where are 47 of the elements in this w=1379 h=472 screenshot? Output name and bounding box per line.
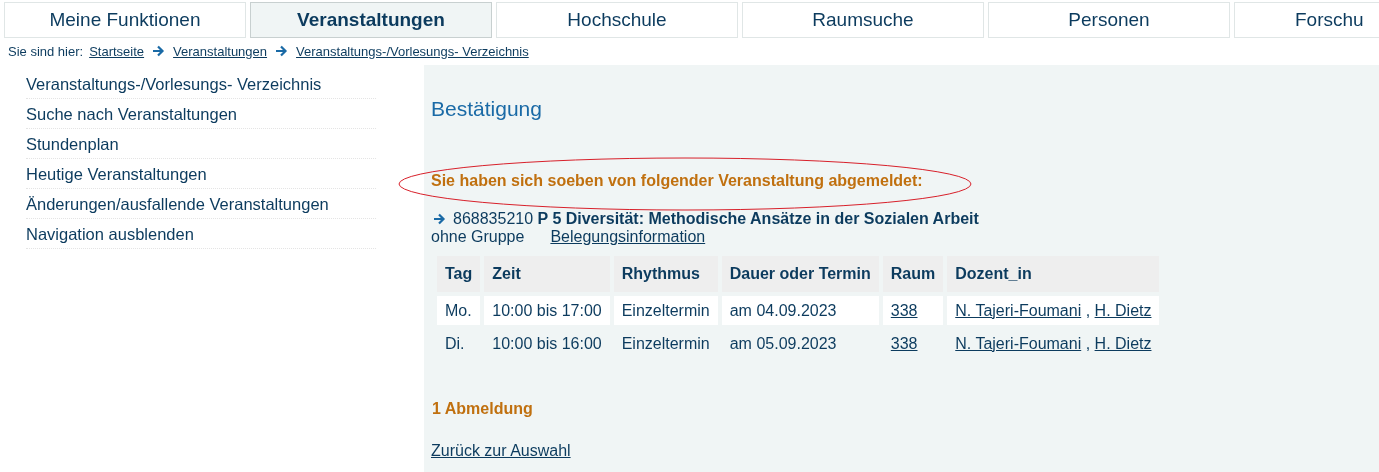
nav-tab[interactable]: Personen (988, 2, 1230, 38)
lecturer-link[interactable]: H. Dietz (1094, 301, 1152, 319)
nav-tab[interactable]: Raumsuche (742, 2, 984, 38)
column-header: Dauer oder Termin (721, 256, 879, 292)
lecturer-link[interactable]: H. Dietz (1094, 334, 1152, 352)
sidebar-item[interactable]: Navigation ausblenden (26, 219, 376, 249)
breadcrumb-link[interactable]: Startseite (89, 43, 145, 59)
column-header: Rhythmus (613, 256, 718, 292)
table-cell: Einzeltermin (613, 296, 718, 325)
nav-tab[interactable]: Meine Funktionen (4, 2, 246, 38)
table-cell-text: 10:00 bis 16:00 (491, 333, 603, 354)
lecturer-link[interactable]: N. Tajeri-Foumani (955, 301, 1082, 319)
nav-tab[interactable]: Forschu (1234, 2, 1379, 38)
table-cell-text: Einzeltermin (620, 333, 711, 354)
table-cell: 10:00 bis 17:00 (484, 296, 610, 325)
nav-tab[interactable]: Hochschule (496, 2, 738, 38)
booking-info-link[interactable]: Belegungsinformation (550, 228, 706, 248)
separator: , (1084, 334, 1092, 352)
lecturer-link[interactable]: N. Tajeri-Foumani (955, 334, 1082, 352)
table-cell-text: am 05.09.2023 (728, 333, 838, 354)
nav-tab[interactable]: Veranstaltungen (250, 2, 492, 38)
column-header: Raum (882, 256, 944, 292)
cancellation-count: 1 Abmeldung (432, 400, 534, 418)
table-cell: am 04.09.2023 (721, 296, 879, 325)
room-link[interactable]: 338 (890, 334, 918, 352)
sidebar-item[interactable]: Veranstaltungs-/Vorlesungs- Verzeichnis (26, 69, 376, 99)
arrow-icon (152, 45, 166, 57)
confirmation-message: Sie haben sich soeben von folgender Veranstaltung abgemeldet: (431, 172, 923, 189)
page-title: Bestätigung (431, 97, 543, 122)
sidebar-item[interactable]: Heutige Veranstaltungen (26, 159, 376, 189)
sidebar-item[interactable]: Änderungen/ausfallende Veranstaltungen (26, 189, 376, 219)
column-header: Zeit (484, 256, 610, 292)
course-title: 868835210 P 5 Diversität: Methodische Ansätze in der Sozialen Arbeit (453, 210, 979, 228)
sidebar-item[interactable]: Stundenplan (26, 129, 376, 159)
breadcrumb-link[interactable]: Veranstaltungs-/Vorlesungs- Verzeichnis (296, 43, 529, 59)
sidebar-item[interactable]: Suche nach Veranstaltungen (26, 99, 376, 129)
column-header: Tag (437, 256, 481, 292)
arrow-icon (433, 213, 446, 225)
column-header: Dozent_in (947, 256, 1160, 292)
group-label: ohne Gruppe (431, 228, 525, 247)
table-cell-text: Di. (444, 333, 466, 354)
table-cell: Mo. (437, 296, 481, 325)
separator: , (1084, 301, 1092, 319)
back-link[interactable]: Zurück zur Auswahl (431, 442, 571, 460)
arrow-icon (275, 45, 289, 57)
breadcrumb-label: Sie sind hier: (8, 43, 84, 59)
breadcrumb-link[interactable]: Veranstaltungen (173, 43, 268, 59)
